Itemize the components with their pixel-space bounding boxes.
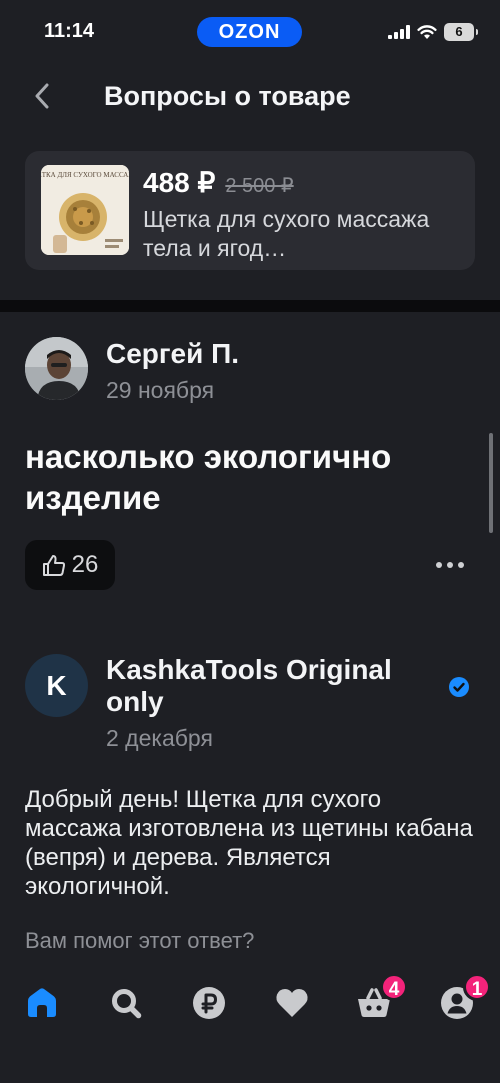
tab-favorites[interactable] [272, 983, 312, 1023]
thumbs-up-icon [42, 555, 65, 576]
answer-date: 2 декабря [106, 725, 213, 751]
helpful-prompt: Вам помог этот ответ? [25, 928, 255, 953]
back-button[interactable] [24, 78, 60, 114]
nav-header: Вопросы о товаре [0, 64, 500, 128]
section-divider [0, 300, 500, 312]
chevron-left-icon [35, 83, 49, 109]
verified-badge-icon [449, 677, 469, 697]
avatar[interactable] [25, 337, 88, 400]
wifi-icon [417, 24, 437, 39]
tab-cart[interactable]: 4 [354, 973, 408, 1023]
battery-icon: 6 [444, 23, 478, 41]
more-dot-icon [436, 562, 442, 568]
price-row: 488 ₽ 2 500 ₽ [143, 166, 294, 199]
answer-text: Добрый день! Щетка для сухого массажа из… [25, 786, 473, 900]
more-dot-icon [447, 562, 453, 568]
home-icon [28, 988, 56, 1017]
scrollbar[interactable] [489, 433, 493, 533]
profile-badge: 1 [463, 973, 491, 1001]
like-button[interactable]: 26 [25, 540, 115, 590]
ozon-app-badge: OZON [197, 17, 302, 47]
question-author-name: Сергей П. [106, 338, 240, 369]
page-title: Вопросы о товаре [104, 81, 351, 111]
question-date: 29 ноября [106, 377, 215, 403]
status-bar: 11:14 OZON 6 [0, 0, 500, 64]
tab-search[interactable] [106, 983, 146, 1023]
cart-badge: 4 [380, 973, 408, 1001]
ruble-icon [193, 987, 225, 1019]
old-price: 2 500 ₽ [225, 175, 294, 197]
tab-ozon-bank[interactable] [189, 983, 229, 1023]
product-name: Щетка для сухого массажа тела и ягод… [143, 206, 430, 261]
more-options-button[interactable] [430, 552, 470, 578]
like-count: 26 [71, 551, 99, 578]
seller-name[interactable]: KashkaTools Original only [106, 654, 441, 718]
tab-profile[interactable]: 1 [437, 973, 491, 1023]
product-card[interactable]: ЩЕТКА ДЛЯ СУХОГО МАССАЖА 488 ₽ 2 500 ₽ Щ… [25, 151, 475, 270]
product-image: ЩЕТКА ДЛЯ СУХОГО МАССАЖА [41, 165, 129, 255]
search-icon [112, 989, 142, 1019]
more-dot-icon [458, 562, 464, 568]
heart-icon [276, 989, 308, 1017]
signal-icon [388, 25, 410, 39]
status-time: 11:14 [44, 20, 95, 42]
question-text: насколько экологично изделие [25, 438, 392, 516]
system-icons: 6 [388, 22, 478, 42]
seller-avatar[interactable]: K [25, 654, 88, 717]
tab-home[interactable] [22, 983, 62, 1023]
current-price: 488 ₽ [143, 167, 216, 198]
bottom-tab-bar: 4 1 [0, 965, 500, 1083]
product-image-caption: ЩЕТКА ДЛЯ СУХОГО МАССАЖА [41, 171, 129, 179]
